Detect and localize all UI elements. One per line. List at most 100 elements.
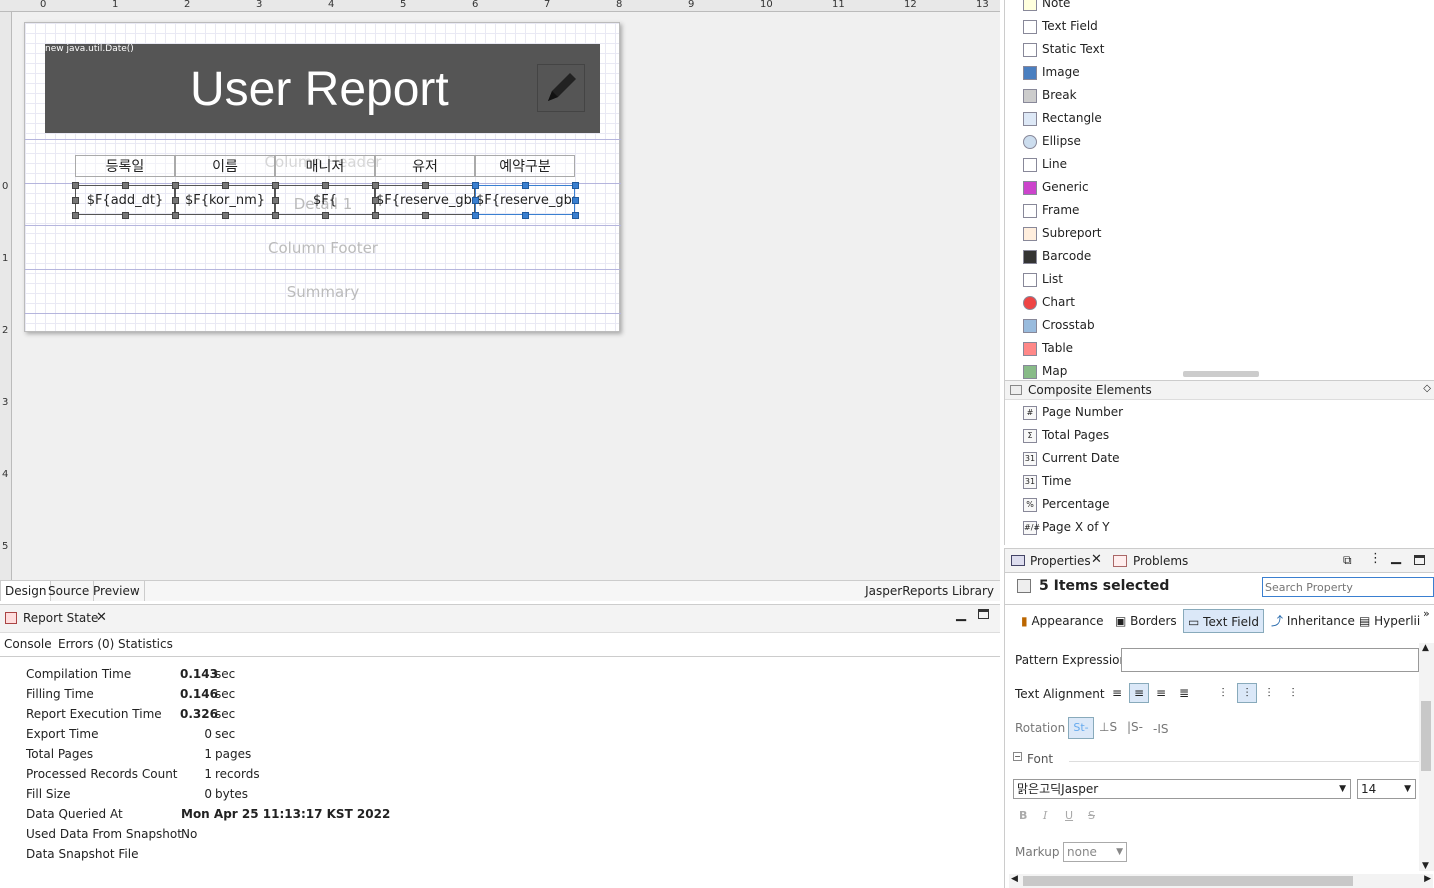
palette-item-total-pages[interactable]: Σ Total Pages <box>1023 425 1109 445</box>
tab-errors[interactable]: Errors (0) <box>58 637 114 651</box>
palette-item-page-number[interactable]: # Page Number <box>1023 402 1123 422</box>
menu-icon[interactable]: ⋮ <box>1369 551 1382 566</box>
detail-field[interactable]: $F{ <box>275 185 375 215</box>
tab-preview[interactable]: Preview <box>89 581 145 601</box>
valign-justify-button[interactable]: ⫶ <box>1285 685 1301 701</box>
palette-scroll-handle[interactable] <box>1183 371 1259 377</box>
palette-item-break[interactable]: Break <box>1023 85 1077 105</box>
palette-item-list[interactable]: List <box>1023 269 1063 289</box>
rotation-none-button[interactable]: St- <box>1068 717 1094 739</box>
palette-item-percentage[interactable]: % Percentage <box>1023 494 1110 514</box>
resize-handle[interactable] <box>122 212 129 219</box>
palette-item-text-field[interactable]: Text Field <box>1023 16 1098 36</box>
resize-handle[interactable] <box>72 197 79 204</box>
resize-handle[interactable] <box>122 182 129 189</box>
search-property-input[interactable] <box>1262 577 1434 597</box>
maximize-icon[interactable] <box>1414 555 1425 565</box>
italic-button[interactable]: I <box>1043 809 1047 822</box>
resize-handle[interactable] <box>472 197 479 204</box>
markup-select[interactable]: none ▼ <box>1063 842 1127 862</box>
maximize-icon[interactable] <box>978 609 989 619</box>
font-size-select[interactable]: 14 ▼ <box>1357 779 1416 799</box>
tab-hyperlink[interactable]: ▤ Hyperlii <box>1355 609 1421 633</box>
underline-button[interactable]: U <box>1065 809 1073 822</box>
valign-middle-button[interactable]: ⫶ <box>1237 683 1257 703</box>
resize-handle[interactable] <box>272 212 279 219</box>
palette-item-current-date[interactable]: 31 Current Date <box>1023 448 1120 468</box>
palette-item-ellipse[interactable]: Ellipse <box>1023 131 1081 151</box>
palette-item-static-text[interactable]: Static Text <box>1023 39 1104 59</box>
tab-properties[interactable]: Properties <box>1030 554 1091 568</box>
header-cell[interactable]: 매니저 <box>275 155 375 177</box>
tab-statistics[interactable]: Statistics <box>118 637 173 651</box>
resize-handle[interactable] <box>372 212 379 219</box>
resize-handle[interactable] <box>272 182 279 189</box>
resize-handle[interactable] <box>222 182 229 189</box>
rotation-left-button[interactable]: ⊥S <box>1099 720 1117 734</box>
detail-field[interactable]: $F{reserve_gbn} <box>375 185 475 215</box>
pin-icon[interactable]: ⧉ <box>1343 553 1352 568</box>
report-page[interactable]: Column Header Detail 1 Column Footer Sum… <box>24 22 621 332</box>
palette-item-table[interactable]: Table <box>1023 338 1073 358</box>
resize-handle[interactable] <box>472 212 479 219</box>
align-center-button[interactable]: ≡ <box>1129 683 1149 703</box>
composite-title[interactable]: Composite Elements <box>1028 383 1152 397</box>
minimize-icon[interactable]: ▁ <box>1391 550 1401 565</box>
tab-appearance[interactable]: ▮ Appearance <box>1017 609 1108 633</box>
more-tabs-icon[interactable]: » <box>1423 607 1430 620</box>
resize-handle[interactable] <box>422 212 429 219</box>
align-left-button[interactable]: ≡ <box>1109 685 1125 701</box>
rotation-right-button[interactable]: |S- <box>1127 720 1143 734</box>
resize-handle[interactable] <box>572 212 579 219</box>
palette-item-generic[interactable]: Generic <box>1023 177 1089 197</box>
header-cell[interactable]: 예약구분 <box>475 155 575 177</box>
pattern-input[interactable] <box>1121 648 1419 672</box>
collapse-icon[interactable]: ◇ <box>1423 383 1431 394</box>
rotation-upsidedown-button[interactable]: -IS <box>1153 722 1169 736</box>
resize-handle[interactable] <box>422 182 429 189</box>
resize-handle[interactable] <box>522 212 529 219</box>
collapse-icon[interactable]: − <box>1013 752 1022 761</box>
align-justify-button[interactable]: ≣ <box>1176 685 1192 701</box>
palette-item-map[interactable]: Map <box>1023 361 1067 381</box>
font-name-select[interactable]: 맑은고딕Jasper ▼ <box>1013 779 1351 799</box>
date-text-field[interactable]: new java.util.Date() <box>45 44 134 54</box>
valign-top-button[interactable]: ⫶ <box>1215 685 1231 701</box>
palette-item-crosstab[interactable]: Crosstab <box>1023 315 1095 335</box>
palette-item-rectangle[interactable]: Rectangle <box>1023 108 1102 128</box>
palette-item-line[interactable]: Line <box>1023 154 1067 174</box>
palette-item-barcode[interactable]: Barcode <box>1023 246 1091 266</box>
resize-handle[interactable] <box>72 182 79 189</box>
resize-handle[interactable] <box>372 197 379 204</box>
palette-item-page-x-of-y[interactable]: #/# Page X of Y <box>1023 517 1110 537</box>
palette-item-frame[interactable]: Frame <box>1023 200 1079 220</box>
resize-handle[interactable] <box>572 197 579 204</box>
resize-handle[interactable] <box>222 212 229 219</box>
tab-source[interactable]: Source <box>44 581 95 601</box>
resize-handle[interactable] <box>172 182 179 189</box>
horizontal-scrollbar[interactable]: ◀ ▶ <box>1009 874 1433 888</box>
tab-console[interactable]: Console <box>4 637 52 651</box>
header-cell[interactable]: 등록일 <box>75 155 175 177</box>
design-canvas[interactable]: 0 1 2 3 4 5 6 7 8 9 10 11 12 13 012345 Column Header … <box>0 0 1000 580</box>
resize-handle[interactable] <box>172 197 179 204</box>
minimize-icon[interactable]: ▁ <box>956 607 966 622</box>
bold-button[interactable]: B <box>1019 809 1027 822</box>
palette-item-subreport[interactable]: Subreport <box>1023 223 1102 243</box>
resize-handle[interactable] <box>472 182 479 189</box>
palette-item-chart[interactable]: Chart <box>1023 292 1075 312</box>
tab-borders[interactable]: ▣ Borders <box>1111 609 1181 633</box>
palette-item-time[interactable]: 31 Time <box>1023 471 1071 491</box>
detail-field[interactable]: $F{reserve_gbn} <box>475 185 575 215</box>
tab-inheritance[interactable]: ⤴ Inheritance <box>1267 609 1359 633</box>
resize-handle[interactable] <box>272 197 279 204</box>
close-icon[interactable]: ✕ <box>96 610 107 625</box>
vertical-scrollbar[interactable]: ▲ ▼ <box>1419 643 1434 871</box>
tab-problems[interactable]: Problems <box>1133 554 1188 568</box>
resize-handle[interactable] <box>522 182 529 189</box>
resize-handle[interactable] <box>72 212 79 219</box>
strikethrough-button[interactable]: S <box>1088 809 1095 822</box>
report-title[interactable]: User Report <box>190 62 449 117</box>
align-right-button[interactable]: ≡ <box>1153 685 1169 701</box>
valign-bottom-button[interactable]: ⫶ <box>1261 685 1277 701</box>
